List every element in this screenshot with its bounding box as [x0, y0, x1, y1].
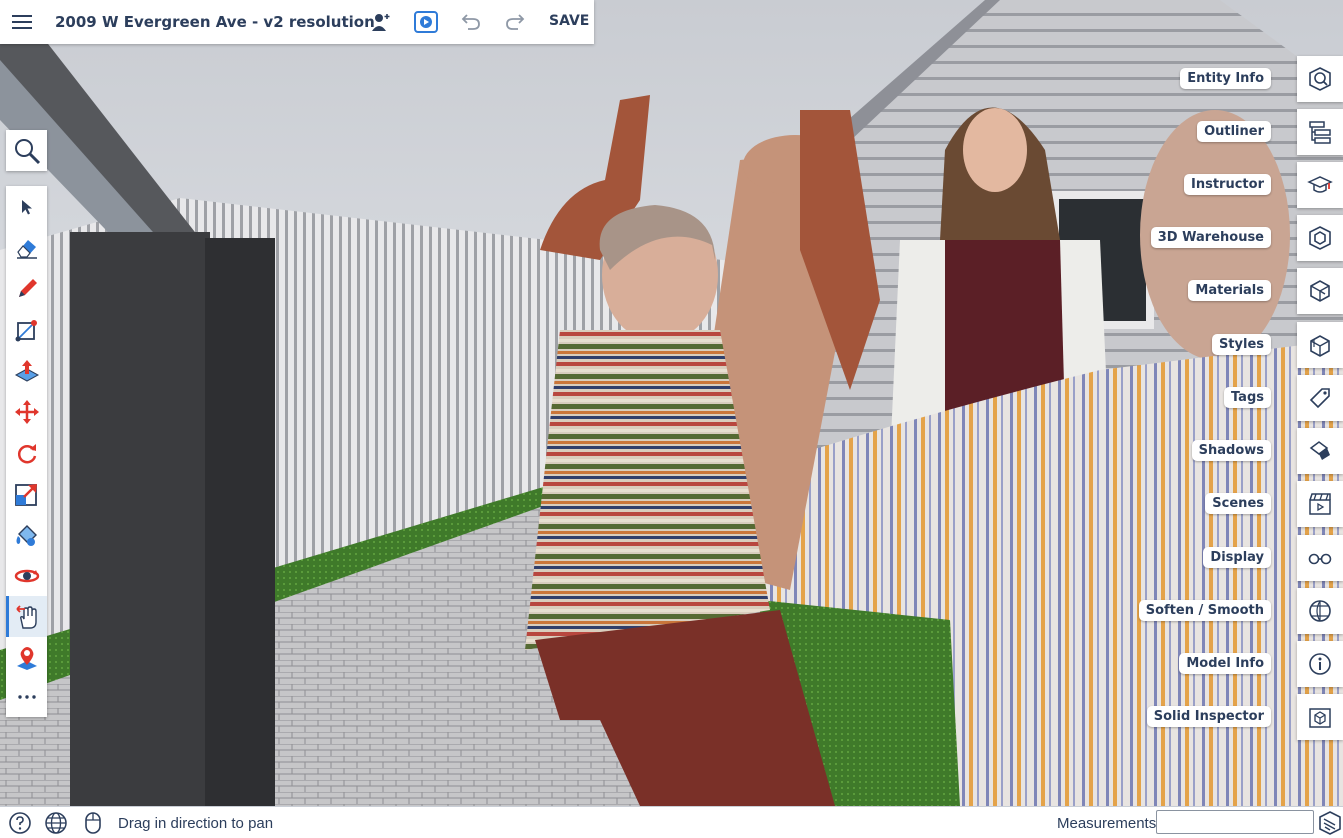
- paint-icon: [16, 524, 37, 546]
- soften-icon[interactable]: [1297, 588, 1343, 634]
- hand-icon: [16, 604, 37, 629]
- rectangle-icon: [15, 319, 37, 341]
- status-hint: Drag in direction to pan: [118, 815, 274, 832]
- undo-icon[interactable]: [457, 8, 485, 36]
- eraser-icon: [16, 239, 37, 259]
- panel-label[interactable]: Model Info: [1179, 653, 1271, 674]
- shadows-icon[interactable]: [1297, 428, 1343, 474]
- push-pull-tool[interactable]: [6, 350, 47, 391]
- instructor-icon[interactable]: [1297, 162, 1343, 208]
- camera-position-icon: [16, 646, 37, 670]
- more-tools[interactable]: [6, 676, 47, 717]
- panel-label[interactable]: Solid Inspector: [1146, 706, 1271, 727]
- status-bar: Drag in direction to pan Measurements: [0, 806, 1343, 838]
- panel-label[interactable]: Outliner: [1197, 121, 1271, 142]
- left-toolbar: [6, 186, 47, 717]
- rotate-tool[interactable]: [6, 432, 47, 473]
- panel-label[interactable]: Entity Info: [1180, 68, 1271, 89]
- warehouse-icon[interactable]: [1297, 215, 1343, 261]
- panel-label[interactable]: Shadows: [1191, 440, 1271, 461]
- search-button[interactable]: [6, 130, 47, 171]
- presentation-play-icon[interactable]: [412, 8, 440, 36]
- scenes-icon[interactable]: [1297, 481, 1343, 527]
- arrow-icon: [21, 199, 32, 214]
- entity-info-icon[interactable]: [1297, 56, 1343, 102]
- scene-render: [0, 0, 1343, 806]
- orbit-tool[interactable]: [6, 555, 47, 596]
- save-button[interactable]: SAVE: [549, 13, 589, 29]
- sketchup-logo-icon[interactable]: [1318, 811, 1342, 835]
- select-tool[interactable]: [6, 186, 47, 227]
- pan-tool[interactable]: [6, 596, 47, 637]
- rotate-icon: [17, 443, 36, 463]
- outliner-icon[interactable]: [1297, 109, 1343, 155]
- panel-label[interactable]: Scenes: [1205, 493, 1271, 514]
- scale-icon: [14, 483, 37, 506]
- measurements-label: Measurements: [1057, 815, 1157, 832]
- orbit-icon: [14, 569, 39, 582]
- glasses-icon[interactable]: [1297, 535, 1343, 581]
- measurements-input[interactable]: [1156, 810, 1314, 834]
- panel-label[interactable]: Display: [1203, 547, 1271, 568]
- globe-icon[interactable]: [44, 811, 68, 835]
- push-pull-icon: [14, 359, 39, 382]
- mouse-icon[interactable]: [81, 811, 105, 835]
- pencil-tool[interactable]: [6, 268, 47, 309]
- 3d-viewport[interactable]: [0, 0, 1343, 806]
- pencil-icon: [18, 278, 37, 297]
- tag-icon[interactable]: [1297, 375, 1343, 421]
- styles-icon[interactable]: [1297, 322, 1343, 368]
- materials-icon[interactable]: [1297, 268, 1343, 314]
- ellipsis-icon: [17, 694, 36, 699]
- move-icon: [14, 399, 39, 424]
- search-icon: [14, 138, 40, 164]
- paint-bucket-tool[interactable]: [6, 514, 47, 555]
- info-icon[interactable]: [1297, 641, 1343, 687]
- hamburger-icon[interactable]: [0, 0, 44, 44]
- position-camera-tool[interactable]: [6, 637, 47, 678]
- panel-label[interactable]: Instructor: [1184, 174, 1271, 195]
- solid-inspector-icon[interactable]: [1297, 694, 1343, 740]
- panel-label[interactable]: Tags: [1223, 387, 1271, 408]
- help-icon[interactable]: [8, 811, 32, 835]
- panel-label[interactable]: Materials: [1188, 280, 1271, 301]
- panel-label[interactable]: Styles: [1211, 334, 1271, 355]
- panel-label[interactable]: 3D Warehouse: [1150, 227, 1271, 248]
- scale-tool[interactable]: [6, 473, 47, 514]
- document-title: 2009 W Evergreen Ave - v2 resolution: [55, 13, 375, 31]
- add-collaborator-icon[interactable]: [367, 8, 395, 36]
- eraser-tool[interactable]: [6, 227, 47, 268]
- redo-icon[interactable]: [501, 8, 529, 36]
- panel-label[interactable]: Soften / Smooth: [1138, 600, 1271, 621]
- move-tool[interactable]: [6, 391, 47, 432]
- rectangle-tool[interactable]: [6, 309, 47, 350]
- top-bar: 2009 W Evergreen Ave - v2 resolution SAV…: [0, 0, 594, 44]
